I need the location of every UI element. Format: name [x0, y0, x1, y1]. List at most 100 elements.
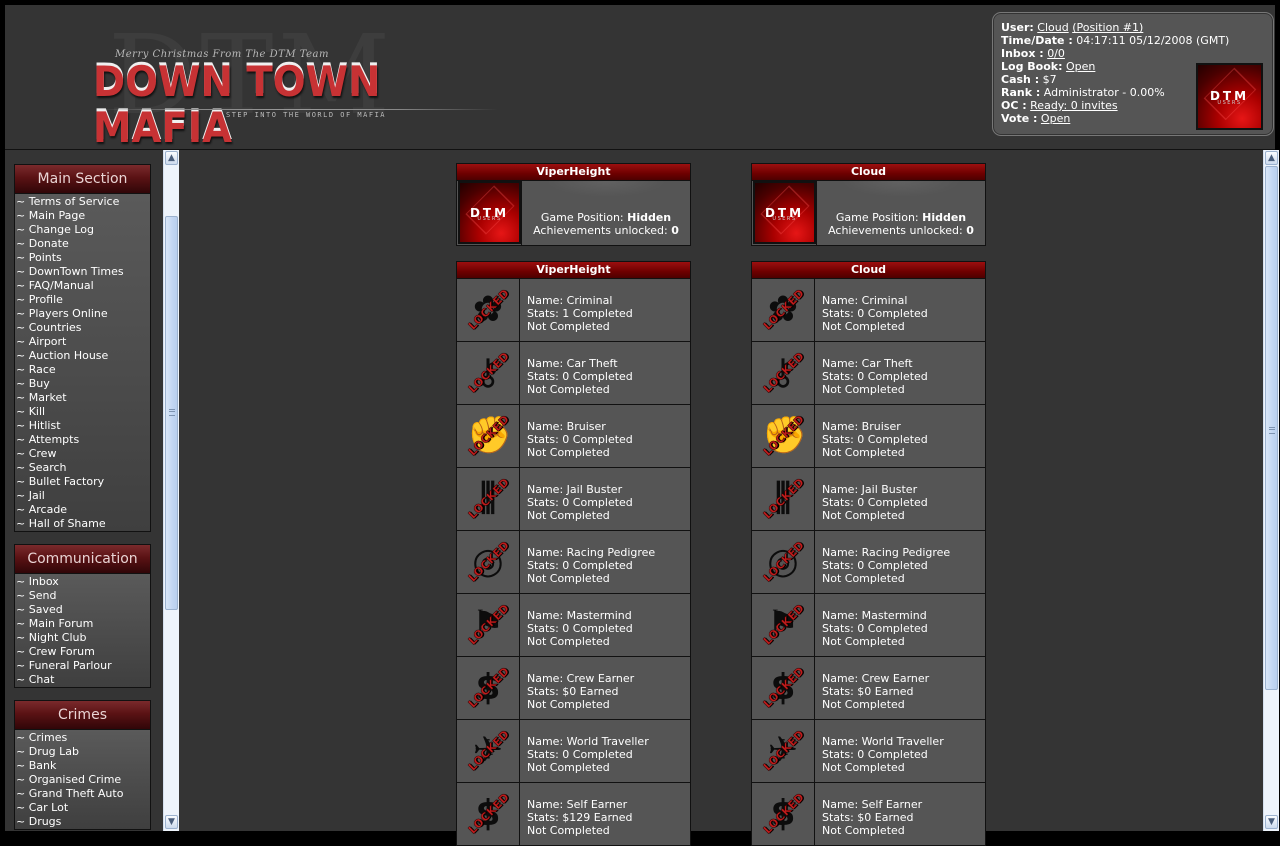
vote-open-link[interactable]: Open — [1041, 112, 1070, 125]
achievement-status: Not Completed — [822, 320, 905, 333]
achievement-name: Name: Bruiser — [822, 420, 901, 433]
sidebar-item-airport[interactable]: Airport — [16, 335, 150, 349]
achievement-badge: ✈ LOCKED — [752, 720, 815, 782]
achievement-badge: ⫼ LOCKED — [457, 468, 520, 530]
achievements-table: ViperHeight ✿ LOCKED Name: Criminal Stats: … — [456, 261, 691, 846]
user-position-link[interactable]: (Position #1) — [1072, 21, 1143, 34]
user-info-box: User: Cloud (Position #1) Time/Date : 04… — [992, 12, 1274, 136]
oc-row: OC : Ready: 0 invites — [1001, 99, 1118, 112]
game-position-label: Game Position: — [540, 211, 624, 224]
sidebar-item-hall-of-shame[interactable]: Hall of Shame — [16, 517, 150, 531]
sidebar-item-drug-lab[interactable]: Drug Lab — [16, 745, 150, 759]
sidebar-item-crew-forum[interactable]: Crew Forum — [16, 645, 150, 659]
achievement-badge: ◎ LOCKED — [457, 531, 520, 593]
sidebar-item-grand-theft-auto[interactable]: Grand Theft Auto — [16, 787, 150, 801]
sidebar-item-faq-manual[interactable]: FAQ/Manual — [16, 279, 150, 293]
sidebar-item-market[interactable]: Market — [16, 391, 150, 405]
sidebar-item-kill[interactable]: Kill — [16, 405, 150, 419]
achievement-name: Name: World Traveller — [822, 735, 944, 748]
sidebar-item-inbox[interactable]: Inbox — [16, 575, 150, 589]
sidebar-item-race[interactable]: Race — [16, 363, 150, 377]
profile-card-header[interactable]: Cloud — [752, 164, 985, 181]
sidebar-item-auction-house[interactable]: Auction House — [16, 349, 150, 363]
achievement-status: Not Completed — [822, 509, 905, 522]
sidebar-scrollbar[interactable]: ▲ ▼ — [163, 150, 179, 831]
achievement-text: Name: Car Theft Stats: 0 Completed Not Com… — [527, 357, 633, 396]
sidebar-panel-main-section: Main Section Terms of ServiceMain PageCh… — [14, 164, 151, 532]
achievement-text: Name: Criminal Stats: 1 Completed Not Comp… — [527, 294, 633, 333]
sidebar-item-saved[interactable]: Saved — [16, 603, 150, 617]
sidebar-item-crimes[interactable]: Crimes — [16, 731, 150, 745]
scroll-thumb[interactable] — [165, 216, 178, 610]
scroll-thumb[interactable] — [1265, 166, 1278, 690]
sidebar-item-search[interactable]: Search — [16, 461, 150, 475]
sidebar-item-organised-crime[interactable]: Organised Crime — [16, 773, 150, 787]
site-logo[interactable]: DTM Merry Christmas From The DTM Team DO… — [93, 15, 513, 151]
sidebar-item-jail[interactable]: Jail — [16, 489, 150, 503]
achievement-stats: Stats: 0 Completed — [527, 559, 633, 572]
sidebar-item-hitlist[interactable]: Hitlist — [16, 419, 150, 433]
achievement-text: Name: Crew Earner Stats: $0 Earned Not Com… — [527, 672, 634, 711]
sidebar-item-chat[interactable]: Chat — [16, 673, 150, 687]
achievement-badge: ⚑ LOCKED — [457, 594, 520, 656]
achievement-text: Name: Self Earner Stats: $0 Earned Not Com… — [822, 798, 922, 837]
rank-value: Administrator - 0.00% — [1043, 86, 1165, 99]
sidebar-item-players-online[interactable]: Players Online — [16, 307, 150, 321]
sidebar-item-bullet-factory[interactable]: Bullet Factory — [16, 475, 150, 489]
sidebar-item-crew[interactable]: Crew — [16, 447, 150, 461]
user-avatar[interactable]: DTM USERS — [1196, 63, 1263, 130]
achievement-status: Not Completed — [527, 446, 610, 459]
sidebar-item-attempts[interactable]: Attempts — [16, 433, 150, 447]
sidebar-item-countries[interactable]: Countries — [16, 321, 150, 335]
scroll-up-button[interactable]: ▲ — [1265, 151, 1278, 165]
sidebar-item-change-log[interactable]: Change Log — [16, 223, 150, 237]
achievement-status: Not Completed — [822, 383, 905, 396]
achievements-label: Achievements unlocked: — [828, 224, 963, 237]
achievement-badge: ⚑ LOCKED — [752, 594, 815, 656]
achievements-label: Achievements unlocked: — [533, 224, 668, 237]
sidebar-item-arcade[interactable]: Arcade — [16, 503, 150, 517]
sidebar-item-send[interactable]: Send — [16, 589, 150, 603]
achievements-line: Achievements unlocked: 0 — [817, 224, 985, 237]
sidebar-item-donate[interactable]: Donate — [16, 237, 150, 251]
logbook-open-link[interactable]: Open — [1066, 60, 1095, 73]
sidebar-item-points[interactable]: Points — [16, 251, 150, 265]
achievement-badge: ⚷ LOCKED — [752, 342, 815, 404]
achievement-status: Not Completed — [822, 698, 905, 711]
grip-icon — [1269, 427, 1275, 434]
user-name-link[interactable]: Cloud — [1037, 21, 1068, 34]
sidebar-item-main-forum[interactable]: Main Forum — [16, 617, 150, 631]
achievement-status: Not Completed — [822, 761, 905, 774]
sidebar-item-bank[interactable]: Bank — [16, 759, 150, 773]
profile-card-header[interactable]: ViperHeight — [457, 164, 690, 181]
achievements-line: Achievements unlocked: 0 — [522, 224, 690, 237]
achievement-badge: $ LOCKED — [457, 783, 520, 845]
inbox-link[interactable]: 0/0 — [1047, 47, 1065, 60]
player-avatar[interactable]: DTM USERS — [753, 181, 816, 244]
game-position-value: Hidden — [922, 211, 967, 224]
achievement-name: Name: Jail Buster — [822, 483, 918, 496]
vote-row: Vote : Open — [1001, 112, 1070, 125]
sidebar-item-car-lot[interactable]: Car Lot — [16, 801, 150, 815]
main-scrollbar[interactable]: ▲ ▼ — [1263, 150, 1279, 831]
achievement-row: ⫼ LOCKED Name: Jail Buster Stats: 0 Complet… — [457, 467, 690, 530]
sidebar-item-drugs[interactable]: Drugs — [16, 815, 150, 829]
sidebar-item-downtown-times[interactable]: DownTown Times — [16, 265, 150, 279]
sidebar-item-funeral-parlour[interactable]: Funeral Parlour — [16, 659, 150, 673]
player-avatar[interactable]: DTM USERS — [458, 181, 521, 244]
sidebar-item-main-page[interactable]: Main Page — [16, 209, 150, 223]
sidebar-item-profile[interactable]: Profile — [16, 293, 150, 307]
oc-link[interactable]: Ready: 0 invites — [1030, 99, 1117, 112]
scroll-down-button[interactable]: ▼ — [1265, 815, 1278, 829]
scroll-up-button[interactable]: ▲ — [165, 151, 178, 165]
sidebar-item-terms-of-service[interactable]: Terms of Service — [16, 195, 150, 209]
achievement-status: Not Completed — [527, 761, 610, 774]
achievements-list: ✿ LOCKED Name: Criminal Stats: 1 Completed N… — [457, 279, 690, 845]
achievement-stats: Stats: 0 Completed — [822, 748, 928, 761]
achievement-row: ✈ LOCKED Name: World Traveller Stats: 0 Com… — [457, 719, 690, 782]
sidebar-item-night-club[interactable]: Night Club — [16, 631, 150, 645]
panel-title: Communication — [15, 545, 150, 574]
sidebar-item-buy[interactable]: Buy — [16, 377, 150, 391]
scroll-down-button[interactable]: ▼ — [165, 815, 178, 829]
rank-label: Rank : — [1001, 86, 1041, 99]
